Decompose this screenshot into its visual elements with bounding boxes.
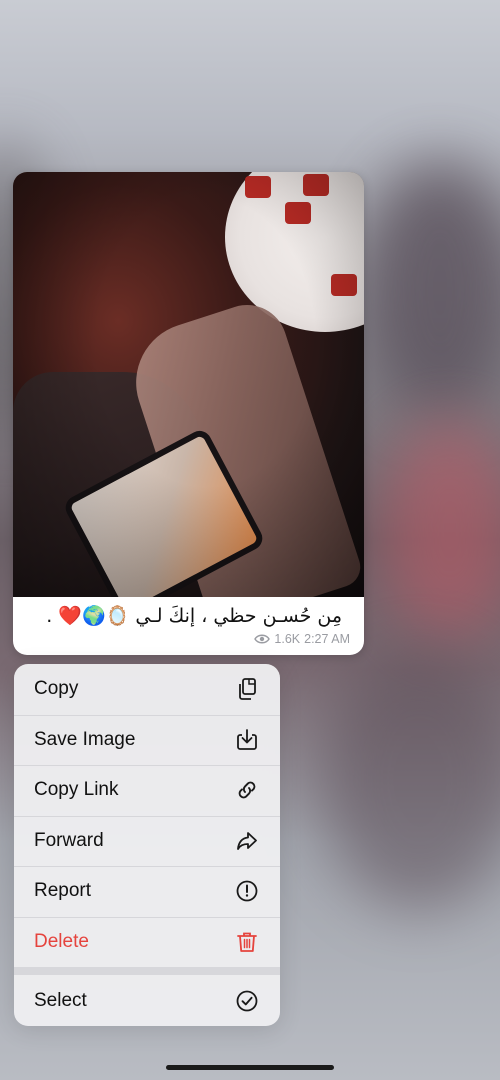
menu-item-delete[interactable]: Delete <box>14 917 280 967</box>
message-meta: 1.6K 2:27 AM <box>254 632 350 646</box>
link-icon <box>238 781 256 799</box>
message-photo[interactable] <box>13 172 364 597</box>
menu-item-copy-link[interactable]: Copy Link <box>14 765 280 815</box>
background-blur <box>320 650 500 910</box>
menu-item-report[interactable]: Report <box>14 866 280 916</box>
view-count: 1.6K <box>274 632 301 646</box>
copy-icon <box>239 678 256 700</box>
report-icon <box>236 880 258 902</box>
select-check-icon <box>236 990 258 1012</box>
message-time: 2:27 AM <box>304 632 350 646</box>
menu-item-copy[interactable]: Copy <box>14 664 280 714</box>
menu-item-save-image[interactable]: Save Image <box>14 715 280 765</box>
trash-icon <box>237 932 257 952</box>
menu-separator <box>14 967 280 975</box>
forward-icon <box>237 832 257 850</box>
message-bubble[interactable]: مِن حُسـن حظي ، إنكَ لـي 🪞🌍❤️ . 1.6K 2:2… <box>13 172 364 655</box>
background-blur <box>360 160 500 420</box>
menu-item-select[interactable]: Select <box>14 976 280 1026</box>
eye-icon <box>254 634 271 644</box>
background-blur <box>380 420 500 640</box>
menu-item-forward[interactable]: Forward <box>14 816 280 866</box>
save-image-icon <box>237 729 257 750</box>
home-indicator[interactable] <box>166 1065 334 1070</box>
message-caption: مِن حُسـن حظي ، إنكَ لـي 🪞🌍❤️ . <box>46 605 342 627</box>
context-menu: Copy Save Image Copy Link Forward Report <box>14 664 280 1026</box>
